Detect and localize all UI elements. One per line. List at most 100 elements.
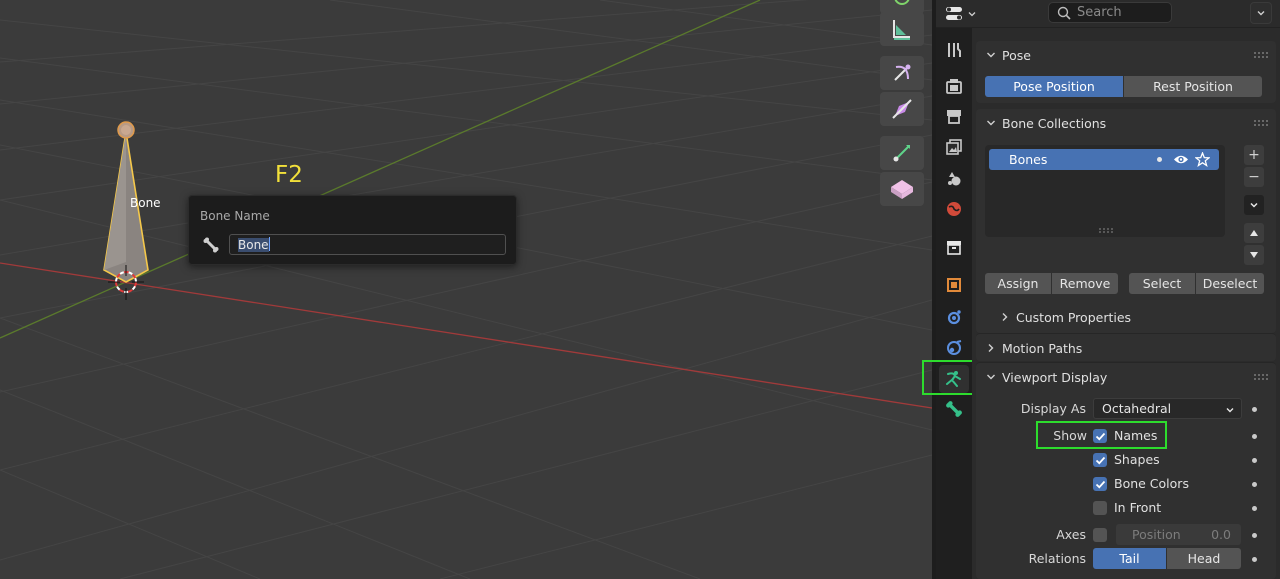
tab-object[interactable]	[939, 271, 969, 299]
animate-property-dot-icon[interactable]	[1252, 407, 1257, 412]
star-icon[interactable]	[1195, 152, 1210, 167]
animate-property-dot-icon[interactable]	[1252, 533, 1257, 538]
chevron-down-icon	[1250, 202, 1258, 208]
remove-collection-button[interactable]: −	[1244, 167, 1264, 187]
drag-grip-icon[interactable]	[1254, 374, 1268, 380]
active-dot-icon	[1157, 157, 1162, 162]
motion-paths-header[interactable]: Motion Paths	[976, 334, 1276, 362]
tab-view-layer[interactable]	[939, 133, 969, 161]
tab-physics[interactable]	[939, 334, 969, 362]
collection-name: Bones	[1009, 152, 1048, 167]
chevron-down-icon	[987, 52, 995, 58]
bone-name-input[interactable]: Bone	[229, 234, 506, 255]
3d-viewport[interactable]: Bone F2 Bone Name Bone	[0, 0, 932, 579]
motion-paths-panel: Motion Paths	[976, 333, 1276, 361]
editor-type-selector[interactable]	[944, 4, 978, 24]
envelope-tool-icon[interactable]	[880, 172, 924, 206]
select-button[interactable]: Select	[1129, 273, 1195, 294]
drag-grip-icon[interactable]	[1254, 120, 1268, 126]
roll-tool-icon[interactable]	[880, 56, 924, 90]
search-placeholder: Search	[1077, 5, 1122, 20]
tab-output[interactable]	[939, 102, 969, 130]
animate-property-dot-icon[interactable]	[1252, 434, 1257, 439]
tab-bone[interactable]	[939, 395, 969, 423]
tab-scene[interactable]	[939, 164, 969, 192]
tab-world[interactable]	[939, 195, 969, 223]
f2-key-hint: F2	[275, 162, 303, 188]
plus-icon: +	[1248, 147, 1260, 163]
view-layer-icon	[946, 139, 962, 155]
pose-panel-header[interactable]: Pose	[976, 41, 1276, 69]
list-resize-grip-icon[interactable]	[1099, 228, 1113, 233]
extrude-tool-icon[interactable]	[880, 136, 924, 170]
in-front-label[interactable]: In Front	[1114, 500, 1161, 515]
axes-position-field[interactable]: Position 0.0	[1116, 524, 1241, 545]
deselect-button[interactable]: Deselect	[1196, 273, 1264, 294]
blender-window: Bone F2 Bone Name Bone Search Pose Pose …	[0, 0, 1280, 579]
chevron-down-icon	[1257, 11, 1265, 16]
in-front-checkbox[interactable]	[1093, 501, 1107, 515]
measure-tool-icon[interactable]	[880, 12, 924, 46]
axes-checkbox[interactable]	[1093, 528, 1107, 542]
remove-button[interactable]: Remove	[1052, 273, 1118, 294]
assign-button[interactable]: Assign	[985, 273, 1051, 294]
pose-position-button[interactable]: Pose Position	[985, 76, 1123, 97]
world-icon	[947, 202, 961, 216]
header-options-dropdown[interactable]	[1250, 2, 1272, 24]
show-names-highlight	[1036, 421, 1167, 449]
tab-render[interactable]	[939, 72, 969, 100]
animate-property-dot-icon[interactable]	[1252, 506, 1257, 511]
tab-collection[interactable]	[939, 233, 969, 261]
shapes-label[interactable]: Shapes	[1114, 452, 1160, 467]
display-as-dropdown[interactable]: Octahedral	[1093, 398, 1242, 419]
tab-tool[interactable]	[939, 36, 969, 64]
viewport-grid	[0, 0, 932, 579]
bone-icon	[202, 236, 220, 254]
checkmark-icon	[1095, 456, 1105, 464]
bone-name-value: Bone	[238, 238, 269, 252]
move-down-button[interactable]	[1244, 245, 1264, 265]
armature-tab-highlight	[922, 360, 976, 395]
move-up-button[interactable]	[1244, 223, 1264, 243]
rename-bone-popup: Bone Name Bone	[188, 195, 517, 265]
properties-tabs	[936, 28, 972, 579]
tool-icon	[948, 43, 961, 57]
drag-grip-icon[interactable]	[1254, 52, 1268, 58]
animate-property-dot-icon[interactable]	[1252, 458, 1257, 463]
bone-colors-checkbox[interactable]	[1093, 477, 1107, 491]
chevron-down-icon	[987, 120, 995, 126]
viewport-display-title: Viewport Display	[1002, 369, 1108, 385]
bone-size-tool-icon[interactable]	[880, 92, 924, 126]
viewport-display-header[interactable]: Viewport Display	[976, 363, 1276, 391]
eye-icon[interactable]	[1173, 153, 1189, 166]
bone-collections-header[interactable]: Bone Collections	[976, 109, 1276, 137]
list-item[interactable]: Bones	[989, 149, 1219, 170]
object-icon	[947, 278, 961, 292]
display-as-label: Display As	[1020, 401, 1086, 416]
add-collection-button[interactable]: +	[1244, 145, 1264, 165]
search-icon	[1057, 6, 1071, 20]
chevron-right-icon	[1002, 313, 1008, 321]
bone-collection-list[interactable]: Bones	[985, 145, 1225, 237]
animate-property-dot-icon[interactable]	[1252, 482, 1257, 487]
rest-position-button[interactable]: Rest Position	[1124, 76, 1262, 97]
chevron-right-icon	[988, 344, 994, 352]
search-input[interactable]: Search	[1048, 2, 1172, 23]
shapes-checkbox[interactable]	[1093, 453, 1107, 467]
collection-specials-dropdown[interactable]	[1244, 195, 1264, 215]
animate-property-dot-icon[interactable]	[1252, 557, 1257, 562]
bone-colors-label[interactable]: Bone Colors	[1114, 476, 1189, 491]
text-caret	[268, 237, 270, 251]
popup-title: Bone Name	[200, 209, 270, 223]
triangle-down-icon	[1250, 252, 1258, 258]
relations-tail-button[interactable]: Tail	[1093, 548, 1166, 569]
tab-modifiers[interactable]	[939, 303, 969, 331]
custom-properties-subpanel-header[interactable]: Custom Properties	[976, 303, 1276, 331]
checkmark-icon	[1095, 480, 1105, 488]
bone-collections-panel: Bone Collections Bones + − Assign Remove…	[976, 109, 1276, 333]
output-icon	[947, 110, 961, 124]
physics-icon	[947, 340, 962, 355]
relations-label: Relations	[1028, 551, 1086, 566]
pose-panel: Pose Pose Position Rest Position	[976, 41, 1276, 103]
relations-head-button[interactable]: Head	[1167, 548, 1241, 569]
